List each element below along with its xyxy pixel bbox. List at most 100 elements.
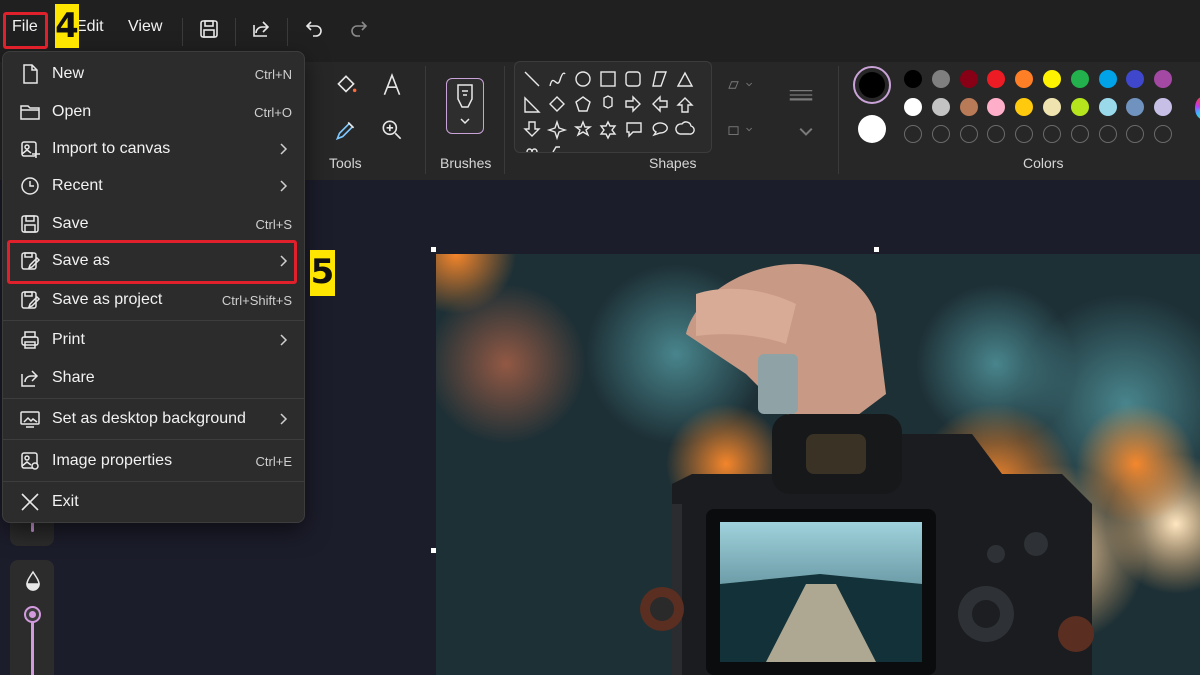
palette-color-swatch[interactable]	[931, 98, 950, 116]
menu-item-label: Open	[52, 103, 92, 120]
pentagon-shape-icon	[575, 96, 591, 112]
palette-color-swatch[interactable]	[904, 70, 922, 88]
primary-color-ring[interactable]	[853, 66, 891, 104]
hexagon-shape-icon	[603, 95, 613, 109]
custom-color-slot[interactable]	[987, 125, 1006, 143]
shape-outline-dropdown[interactable]	[727, 72, 767, 98]
palette-color-swatch[interactable]	[1154, 98, 1173, 116]
palette-color-swatch[interactable]	[904, 98, 922, 116]
desktop-background-icon	[19, 408, 41, 430]
palette-color-swatch[interactable]	[931, 70, 950, 88]
menu-item-label: Recent	[52, 177, 103, 194]
custom-color-slot[interactable]	[931, 125, 950, 143]
heart-shape-icon	[526, 148, 538, 152]
magnifier-icon[interactable]	[379, 117, 405, 143]
ribbon-divider	[425, 66, 426, 174]
close-icon	[19, 491, 41, 513]
save-as-highlight-box	[7, 240, 297, 284]
menu-item-set-desktop-background[interactable]: Set as desktop background	[7, 401, 300, 437]
custom-color-slot[interactable]	[1098, 125, 1117, 143]
menu-item-print[interactable]: Print	[7, 322, 300, 358]
shape-fill-dropdown[interactable]	[727, 117, 767, 143]
palette-color-swatch[interactable]	[1070, 98, 1089, 116]
right-arrow-shape-icon	[625, 95, 641, 113]
shortcut-text: Ctrl+Shift+S	[221, 293, 292, 308]
rounded-rectangle-shape-icon	[625, 71, 641, 87]
canvas-image[interactable]	[436, 254, 1200, 675]
palette-color-swatch[interactable]	[959, 98, 978, 116]
ribbon-divider	[504, 66, 505, 174]
view-menu-button[interactable]: View	[128, 18, 162, 36]
file-highlight-box	[3, 12, 48, 49]
printer-icon	[19, 329, 41, 351]
palette-color-swatch[interactable]	[1015, 98, 1034, 116]
image-properties-icon	[19, 450, 41, 472]
tools-group-label: Tools	[329, 155, 362, 171]
menu-item-save[interactable]: Save Ctrl+S	[7, 206, 300, 242]
menu-item-new[interactable]: New Ctrl+N	[7, 56, 300, 92]
palette-color-swatch[interactable]	[1154, 70, 1173, 88]
new-file-icon	[19, 63, 41, 85]
share-icon	[19, 367, 41, 389]
custom-color-slot[interactable]	[959, 125, 978, 143]
menu-item-image-properties[interactable]: Image properties Ctrl+E	[7, 443, 300, 479]
brush-button[interactable]	[446, 78, 484, 134]
menu-item-import-to-canvas[interactable]: Import to canvas	[7, 131, 300, 167]
palette-color-swatch[interactable]	[1098, 98, 1117, 116]
menu-divider	[3, 439, 304, 440]
clock-icon	[19, 175, 41, 197]
palette-color-swatch[interactable]	[987, 98, 1006, 116]
custom-color-slot[interactable]	[1070, 125, 1089, 143]
menu-divider	[3, 320, 304, 321]
strip-indicator	[31, 522, 34, 532]
palette-color-swatch[interactable]	[1126, 98, 1145, 116]
chevron-down-icon[interactable]	[793, 120, 813, 136]
oval-callout-shape-icon	[652, 122, 668, 137]
chevron-right-icon	[276, 331, 290, 349]
secondary-color-swatch[interactable]	[858, 115, 886, 143]
palette-color-swatch[interactable]	[959, 70, 978, 88]
menu-item-share[interactable]: Share	[7, 360, 300, 396]
custom-color-slot[interactable]	[1126, 125, 1145, 143]
fill-bucket-icon[interactable]	[333, 72, 359, 98]
rect-callout-shape-icon	[626, 122, 642, 138]
color-picker-icon[interactable]	[333, 117, 359, 143]
four-point-star-shape-icon	[546, 119, 568, 141]
menu-item-recent[interactable]: Recent	[7, 168, 300, 204]
redo-icon[interactable]	[347, 17, 371, 41]
chevron-right-icon	[276, 177, 290, 195]
custom-color-slot[interactable]	[904, 125, 922, 143]
save-project-icon	[19, 289, 41, 311]
menu-item-open[interactable]: Open Ctrl+O	[7, 94, 300, 130]
palette-color-swatch[interactable]	[1098, 70, 1117, 88]
menu-item-label: Share	[52, 369, 95, 386]
oval-shape-icon	[575, 71, 591, 87]
custom-color-slot[interactable]	[1154, 125, 1173, 143]
six-point-star-shape-icon	[599, 120, 617, 140]
palette-color-swatch[interactable]	[987, 70, 1006, 88]
text-tool-icon[interactable]	[379, 72, 405, 98]
menu-item-exit[interactable]: Exit	[7, 484, 300, 520]
slider-thumb[interactable]	[24, 606, 41, 623]
palette-color-swatch[interactable]	[1015, 70, 1034, 88]
undo-icon[interactable]	[302, 17, 326, 41]
size-icon[interactable]	[788, 82, 818, 108]
share-icon[interactable]	[249, 17, 273, 41]
menu-divider	[3, 398, 304, 399]
step-5-badge: 5	[310, 250, 335, 296]
resize-handle[interactable]	[874, 247, 879, 252]
custom-color-slot[interactable]	[1015, 125, 1034, 143]
edit-menu-button[interactable]: Edit	[76, 18, 104, 36]
palette-color-swatch[interactable]	[1043, 98, 1061, 116]
palette-color-swatch[interactable]	[1070, 70, 1089, 88]
triangle-shape-icon	[676, 71, 694, 87]
edit-colors-icon[interactable]	[1195, 97, 1200, 119]
palette-color-swatch[interactable]	[1043, 70, 1061, 88]
resize-handle[interactable]	[431, 247, 436, 252]
palette-color-swatch[interactable]	[1126, 70, 1145, 88]
menu-item-save-as-project[interactable]: Save as project Ctrl+Shift+S	[7, 282, 300, 318]
custom-color-slot[interactable]	[1043, 125, 1061, 143]
menu-item-label: Save as project	[52, 291, 163, 308]
menu-divider	[3, 481, 304, 482]
save-icon[interactable]	[197, 17, 221, 41]
